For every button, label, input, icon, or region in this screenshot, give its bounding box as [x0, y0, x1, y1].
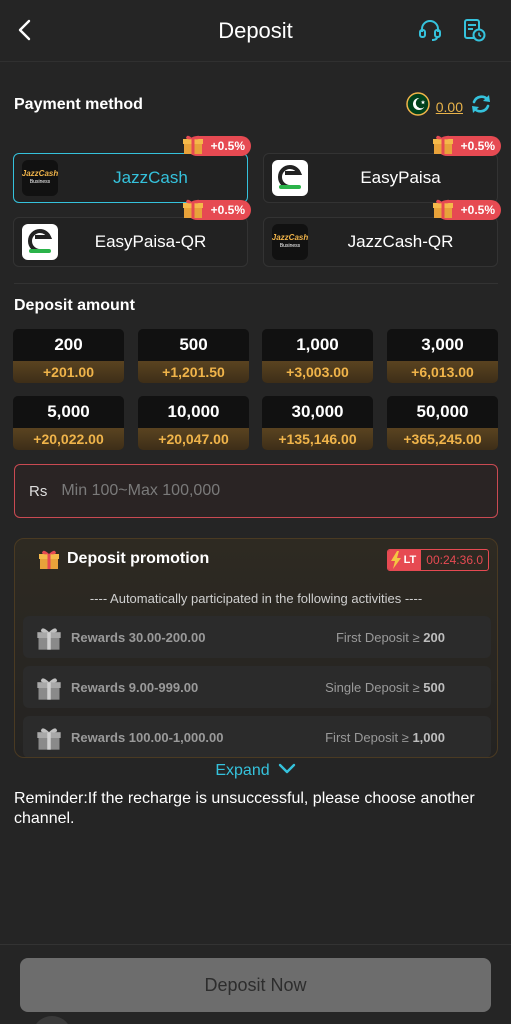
gift-icon	[181, 196, 205, 220]
deposit-promotion-panel: Deposit promotion LT 00:24:36.0 ---- Aut…	[14, 538, 498, 758]
balance: 0.00	[406, 92, 493, 121]
floating-button[interactable]	[32, 1016, 72, 1024]
amount-option[interactable]: 200 +201.00	[13, 329, 124, 383]
lightning-icon	[390, 551, 401, 569]
refresh-icon[interactable]	[469, 92, 493, 121]
back-icon[interactable]	[12, 16, 36, 44]
lt-label: LT	[387, 550, 422, 570]
balance-amount: 0.00	[435, 98, 463, 115]
amount-value: 200	[13, 329, 124, 361]
amount-option[interactable]: 30,000 +135,146.00	[262, 396, 373, 450]
payment-method-label: EasyPaisa-QR	[94, 232, 207, 251]
amount-bonus: +365,245.00	[387, 428, 498, 450]
payment-method-easypaisa[interactable]: EasyPaisa +0.5%	[263, 135, 501, 203]
amount-bonus: +201.00	[13, 361, 124, 383]
reward-row: Rewards 100.00-1,000.00 First Deposit ≥ …	[23, 716, 491, 757]
amount-bonus: +6,013.00	[387, 361, 498, 383]
payment-method-label: JazzCash-QR	[347, 232, 454, 251]
countdown-timer: 00:24:36.0	[426, 553, 483, 567]
bonus-badge: +0.5%	[432, 135, 501, 156]
reward-text: Rewards 9.00-999.00	[71, 679, 199, 695]
headset-icon[interactable]	[416, 16, 444, 44]
payment-method-jazzcash-qr[interactable]: JazzCash Business JazzCash-QR +0.5%	[263, 199, 501, 267]
amount-option[interactable]: 5,000 +20,022.00	[13, 396, 124, 450]
reward-row: Rewards 9.00-999.00 Single Deposit ≥ 500	[23, 666, 491, 708]
payment-method-easypaisa-qr[interactable]: EasyPaisa-QR +0.5%	[13, 199, 251, 267]
divider	[14, 283, 498, 284]
gift-icon	[35, 724, 63, 752]
amount-value: 30,000	[262, 396, 373, 428]
expand-button[interactable]: Expand	[0, 762, 511, 780]
pakistan-flag-icon	[406, 92, 430, 121]
currency-label: Rs	[29, 482, 48, 500]
deposit-now-button[interactable]: Deposit Now	[20, 958, 491, 1012]
amount-input[interactable]	[61, 482, 462, 500]
deposit-amount-title: Deposit amount	[14, 297, 135, 314]
amount-value: 5,000	[13, 396, 124, 428]
promotion-title: Deposit promotion	[67, 550, 210, 567]
amount-value: 50,000	[387, 396, 498, 428]
amount-option[interactable]: 50,000 +365,245.00	[387, 396, 498, 450]
header: Deposit	[0, 0, 511, 62]
payment-method-label: JazzCash	[113, 168, 188, 187]
history-icon[interactable]	[460, 16, 488, 44]
amount-option[interactable]: 3,000 +6,013.00	[387, 329, 498, 383]
reminder-text: Reminder:If the recharge is unsuccessful…	[14, 790, 475, 827]
reward-text: Rewards 100.00-1,000.00	[71, 729, 224, 745]
amount-bonus: +20,047.00	[138, 428, 249, 450]
payment-method-jazzcash[interactable]: JazzCash Business JazzCash +0.5%	[13, 135, 251, 203]
promotion-subtitle: ---- Automatically participated in the f…	[89, 591, 423, 606]
payment-method-title: Payment method	[14, 96, 143, 113]
amount-bonus: +135,146.00	[262, 428, 373, 450]
amount-bonus: +20,022.00	[13, 428, 124, 450]
divider	[0, 944, 511, 945]
amount-value: 1,000	[262, 329, 373, 361]
payment-method-label: EasyPaisa	[360, 168, 441, 187]
amount-option[interactable]: 500 +1,201.50	[138, 329, 249, 383]
amount-option[interactable]: 1,000 +3,003.00	[262, 329, 373, 383]
reward-row: Rewards 30.00-200.00 First Deposit ≥ 200	[23, 616, 491, 658]
amount-value: 10,000	[138, 396, 249, 428]
amount-value: 3,000	[387, 329, 498, 361]
gift-icon	[35, 624, 63, 652]
bonus-badge: +0.5%	[182, 199, 251, 220]
reward-condition: Single Deposit ≥ 500	[325, 679, 445, 695]
reward-condition: First Deposit ≥ 1,000	[325, 729, 445, 745]
bonus-badge: +0.5%	[182, 135, 251, 156]
gift-icon	[181, 132, 205, 156]
amount-value: 500	[138, 329, 249, 361]
gift-icon	[431, 196, 455, 220]
reward-text: Rewards 30.00-200.00	[71, 629, 206, 645]
amount-bonus: +3,003.00	[262, 361, 373, 383]
amount-input-field: Rs	[14, 464, 498, 518]
page-title: Deposit	[218, 17, 293, 43]
limited-time-badge: LT 00:24:36.0	[386, 549, 489, 571]
chevron-down-icon	[278, 762, 296, 780]
amount-option[interactable]: 10,000 +20,047.00	[138, 396, 249, 450]
bonus-badge: +0.5%	[432, 199, 501, 220]
expand-label: Expand	[215, 762, 270, 779]
amount-bonus: +1,201.50	[138, 361, 249, 383]
gift-icon	[37, 547, 61, 571]
gift-icon	[35, 674, 63, 702]
reward-condition: First Deposit ≥ 200	[335, 629, 445, 645]
gift-icon	[431, 132, 455, 156]
